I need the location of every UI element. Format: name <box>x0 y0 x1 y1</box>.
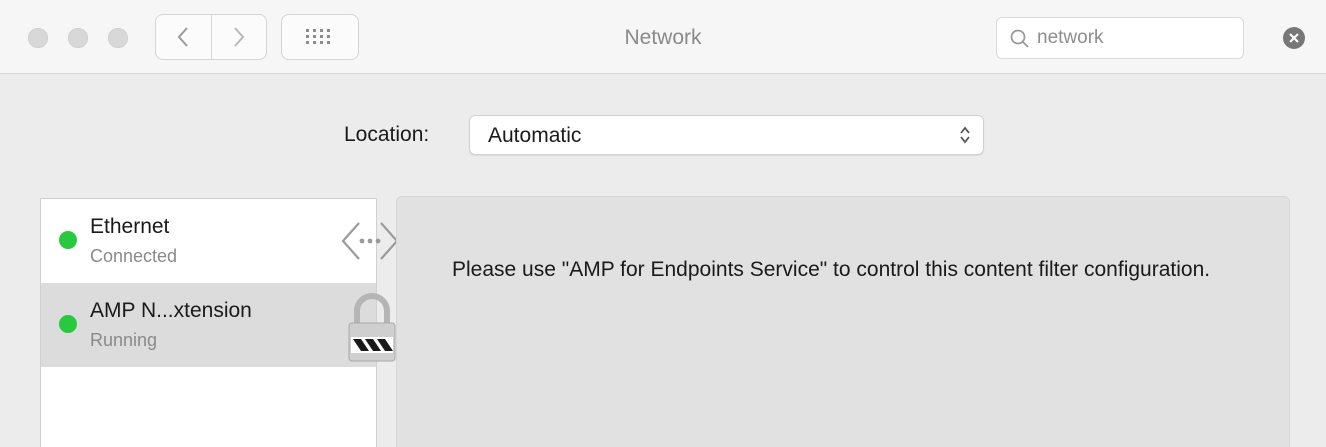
detail-message: Please use "AMP for Endpoints Service" t… <box>452 258 1211 281</box>
service-item-amp-extension[interactable]: AMP N...xtension Running <box>41 283 396 367</box>
clear-icon <box>1289 33 1299 43</box>
location-value: Automatic <box>488 124 582 147</box>
service-item-ethernet[interactable]: Ethernet Connected <box>41 199 399 283</box>
service-list[interactable]: Ethernet Connected AMP N...xtension Runn… <box>40 198 399 447</box>
search-field[interactable] <box>996 17 1244 59</box>
navigation-buttons <box>155 14 267 60</box>
search-input[interactable] <box>1037 24 1237 52</box>
service-name: AMP N...xtension <box>90 299 252 322</box>
detail-pane: Please use "AMP for Endpoints Service" t… <box>396 196 1290 447</box>
status-dot <box>59 231 77 249</box>
lock-icon <box>348 293 396 362</box>
status-dot <box>59 315 77 333</box>
location-label: Location: <box>344 123 430 146</box>
search-clear-button[interactable] <box>1283 27 1305 49</box>
chevron-left-icon <box>177 27 188 47</box>
select-arrows-icon <box>960 126 970 144</box>
location-select[interactable]: Automatic <box>469 115 984 155</box>
service-status: Connected <box>90 246 178 266</box>
service-name: Ethernet <box>90 215 170 238</box>
close-window-button[interactable] <box>28 28 48 48</box>
grid-icon <box>306 29 330 44</box>
back-button[interactable] <box>156 15 211 59</box>
chevron-right-icon <box>234 27 245 47</box>
show-all-button[interactable] <box>281 14 359 60</box>
network-preferences-window: Network Location: Automatic Ethernet <box>0 0 1326 447</box>
minimize-window-button[interactable] <box>68 28 88 48</box>
ethernet-icon <box>341 222 399 260</box>
forward-button[interactable] <box>210 15 267 59</box>
search-icon <box>1010 29 1029 48</box>
zoom-window-button[interactable] <box>108 28 128 48</box>
titlebar: Network <box>0 0 1326 74</box>
service-status: Running <box>90 330 158 350</box>
